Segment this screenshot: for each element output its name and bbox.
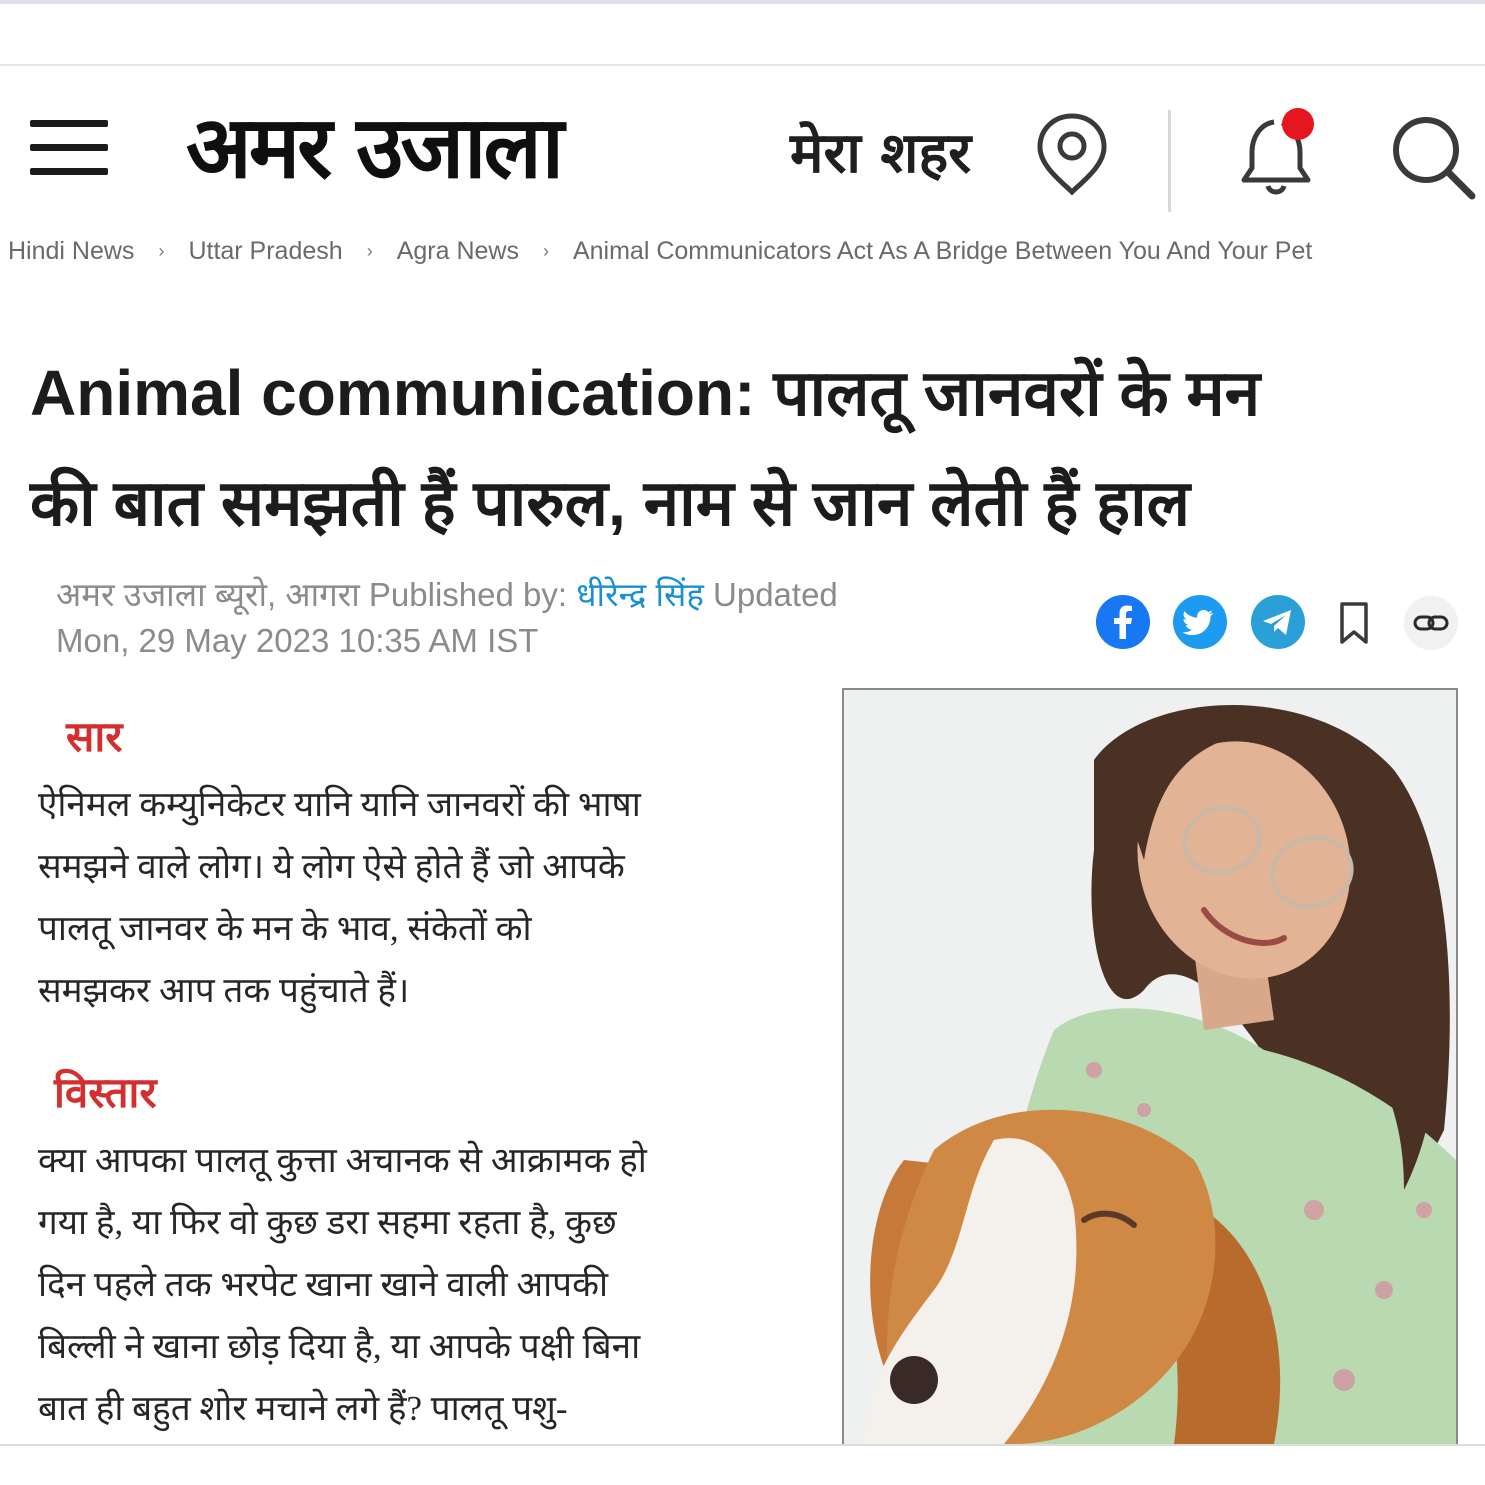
twitter-icon[interactable] <box>1173 595 1227 649</box>
bookmark-icon[interactable] <box>1334 600 1374 646</box>
summary-text: ऐनिमल कम्युनिकेटर यानि यानि जानवरों की भ… <box>38 774 778 1022</box>
header-separator <box>1168 110 1171 212</box>
summary-line: समझने वाले लोग। ये लोग ऐसे होते हैं जो आ… <box>38 847 625 886</box>
summary-title: सार <box>66 713 123 760</box>
detail-line: बिल्ली ने खाना छोड़ दिया है, या आपके पक्… <box>38 1327 641 1366</box>
article-meta: अमर उजाला ब्यूरो, आगरा Published by: धीर… <box>56 572 976 664</box>
location-pin-icon[interactable] <box>1032 110 1112 196</box>
breadcrumb-separator: › <box>366 240 373 261</box>
top-border <box>0 0 1485 4</box>
detail-text: क्या आपका पालतू कुत्ता अचानक से आक्रामक … <box>38 1130 778 1440</box>
notification-dot <box>1282 108 1314 140</box>
updated-label: Updated <box>713 576 838 613</box>
detail-line: क्या आपका पालतू कुत्ता अचानक से आक्रामक … <box>38 1141 647 1180</box>
footer-divider <box>0 1444 1485 1446</box>
header-divider <box>0 64 1485 66</box>
article-photo-illustration <box>844 690 1456 1444</box>
summary-line: पालतू जानवर के मन के भाव, संकेतों को <box>38 909 532 948</box>
detail-line: बात ही बहुत शोर मचाने लगे हैं? पालतू पशु… <box>38 1389 568 1428</box>
headline-line: Animal communication: पालतू जानवरों के म… <box>30 357 1261 429</box>
article-image <box>842 688 1458 1446</box>
author-link[interactable]: धीरेन्द्र सिंह <box>576 576 704 613</box>
detail-line: दिन पहले तक भरपेट खाना खाने वाली आपकी <box>38 1265 609 1304</box>
breadcrumb-item-current[interactable]: Animal Communicators Act As A Bridge Bet… <box>573 237 1312 266</box>
breadcrumb-item-agra-news[interactable]: Agra News <box>397 237 519 266</box>
link-icon[interactable] <box>1404 596 1458 650</box>
telegram-icon[interactable] <box>1251 595 1305 649</box>
bureau-label: अमर उजाला ब्यूरो, आगरा <box>56 576 360 613</box>
summary-line: ऐनिमल कम्युनिकेटर यानि यानि जानवरों की भ… <box>38 785 641 824</box>
menu-icon[interactable] <box>30 120 110 176</box>
updated-datetime: Mon, 29 May 2023 10:35 AM IST <box>56 622 539 659</box>
detail-line: गया है, या फिर वो कुछ डरा सहमा रहता है, … <box>38 1203 617 1242</box>
breadcrumb-separator: › <box>158 240 165 261</box>
facebook-icon[interactable] <box>1096 595 1150 649</box>
detail-title: विस्तार <box>54 1069 157 1116</box>
published-by-label: Published by: <box>368 576 568 613</box>
search-icon[interactable] <box>1388 112 1476 200</box>
breadcrumb-item-hindi-news[interactable]: Hindi News <box>8 237 134 266</box>
bell-icon[interactable] <box>1236 106 1326 198</box>
city-selector-label[interactable]: मेरा शहर <box>790 122 971 186</box>
article-headline: Animal communication: पालतू जानवरों के म… <box>30 338 1475 558</box>
breadcrumb-separator: › <box>542 240 549 261</box>
breadcrumb-item-uttar-pradesh[interactable]: Uttar Pradesh <box>188 237 342 266</box>
site-logo[interactable]: अमर उजाला <box>186 98 564 198</box>
breadcrumb: Hindi News › Uttar Pradesh › Agra News ›… <box>8 234 1312 268</box>
summary-line: समझकर आप तक पहुंचाते हैं। <box>38 971 410 1010</box>
headline-line: की बात समझती हैं पारुल, नाम से जान लेती … <box>30 467 1191 539</box>
